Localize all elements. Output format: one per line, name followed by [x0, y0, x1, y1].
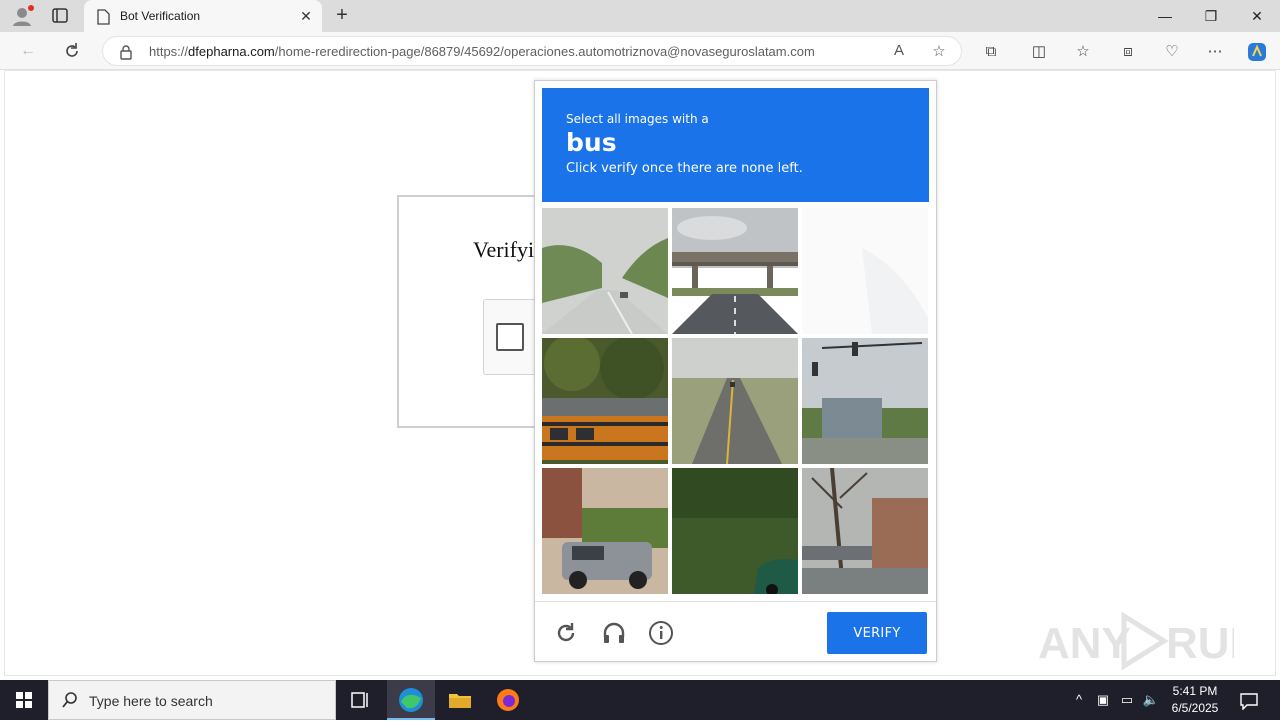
task-view-icon[interactable]	[336, 680, 384, 720]
browser-essentials-icon[interactable]: ♡	[1161, 41, 1183, 63]
challenge-hint: Click verify once there are none left.	[566, 161, 803, 176]
clock-time: 5:41 PM	[1172, 684, 1218, 698]
traffic-light-image	[802, 338, 928, 464]
notifications-icon[interactable]	[1238, 692, 1260, 711]
network-icon[interactable]: ▭	[1118, 692, 1136, 710]
tile-traffic-light[interactable]	[802, 338, 928, 464]
device-icon[interactable]: ▣	[1094, 692, 1112, 710]
extensions-icon[interactable]: ⧉	[980, 41, 1002, 63]
tile-blank[interactable]	[802, 208, 928, 334]
url-text[interactable]: https://dfepharna.com/home-reredirection…	[149, 44, 815, 59]
captcha-checkbox[interactable]	[496, 323, 524, 351]
grass-image	[672, 468, 798, 594]
favorites-icon[interactable]: ☆	[1072, 41, 1094, 63]
faded-blank-image	[802, 208, 928, 334]
page-icon	[96, 9, 110, 30]
more-menu-icon[interactable]: ⋯	[1204, 41, 1226, 63]
overpass-image	[672, 208, 798, 334]
minimize-button[interactable]: —	[1142, 0, 1188, 32]
read-aloud-icon[interactable]: A	[889, 42, 909, 62]
reload-challenge-icon[interactable]	[553, 620, 579, 646]
search-placeholder: Type here to search	[89, 693, 213, 709]
clock-date: 6/5/2025	[1171, 701, 1219, 715]
url-scheme: https://	[149, 44, 189, 59]
tile-rural-road[interactable]	[672, 338, 798, 464]
tile-grass-car[interactable]	[672, 468, 798, 594]
edge-taskbar-icon[interactable]	[387, 680, 435, 720]
volume-icon[interactable]: 🔈	[1142, 692, 1160, 710]
split-screen-icon[interactable]: ◫	[1028, 41, 1050, 63]
challenge-instruction: Select all images with a	[566, 112, 709, 126]
tab-bot-verification[interactable]: Bot Verification ✕	[84, 0, 322, 32]
taskbar-search[interactable]: Type here to search	[48, 680, 336, 720]
firefox-icon[interactable]	[484, 680, 532, 720]
audio-challenge-icon[interactable]	[601, 620, 627, 646]
system-clock[interactable]: 5:41 PM 6/5/2025	[1162, 683, 1228, 717]
tile-highway-trees[interactable]	[542, 208, 668, 334]
new-tab-button[interactable]: +	[330, 4, 354, 28]
image-challenge-popup: Select all images with a bus Click verif…	[534, 80, 937, 662]
svg-text:ANY: ANY	[1038, 619, 1131, 668]
challenge-footer: VERIFY	[535, 601, 936, 662]
title-bar: Bot Verification ✕ + — ❐ ✕	[0, 0, 1280, 32]
svg-text:RUN: RUN	[1166, 619, 1234, 668]
close-tab-icon[interactable]: ✕	[296, 6, 316, 26]
show-hidden-icons-icon[interactable]: ^	[1070, 692, 1088, 710]
file-explorer-icon[interactable]	[436, 680, 484, 720]
navigation-bar: ← https://dfepharna.com/home-reredirecti…	[0, 32, 1280, 70]
verify-button[interactable]: VERIFY	[827, 612, 927, 654]
page-heading: Verifyi	[473, 237, 535, 262]
highway-image	[542, 208, 668, 334]
suv-image	[542, 468, 668, 594]
lock-icon[interactable]	[119, 44, 133, 65]
url-host: dfepharna.com	[188, 44, 275, 59]
restore-button[interactable]: ❐	[1188, 0, 1234, 32]
road-image	[672, 338, 798, 464]
tile-school-bus[interactable]	[542, 338, 668, 464]
copilot-icon[interactable]	[1246, 41, 1268, 63]
close-window-button[interactable]: ✕	[1234, 0, 1280, 32]
tab-actions-icon[interactable]	[46, 4, 74, 28]
challenge-header: Select all images with a bus Click verif…	[542, 88, 929, 202]
favorite-star-icon[interactable]: ☆	[929, 42, 949, 62]
refresh-button[interactable]	[58, 38, 86, 64]
search-icon	[61, 691, 79, 714]
profile-icon[interactable]	[8, 4, 36, 28]
start-button[interactable]	[0, 680, 48, 720]
anyrun-watermark: ANY RUN	[1038, 610, 1261, 672]
back-button[interactable]: ←	[14, 38, 42, 64]
school-bus-image	[542, 338, 668, 464]
anyrun-logo: ANY RUN	[1038, 611, 1261, 671]
tab-title: Bot Verification	[120, 9, 201, 23]
address-bar[interactable]: https://dfepharna.com/home-reredirection…	[102, 36, 962, 66]
info-icon[interactable]	[648, 620, 674, 646]
tile-suv-parked[interactable]	[542, 468, 668, 594]
windows-icon	[16, 692, 32, 708]
collections-icon[interactable]: ⧈	[1117, 41, 1139, 63]
parking-lot-image	[802, 468, 928, 594]
challenge-target: bus	[566, 128, 617, 157]
tile-overpass[interactable]	[672, 208, 798, 334]
taskbar: Type here to search ^ ▣ ▭ 🔈 5:41 PM 6/5/…	[0, 680, 1280, 720]
tile-parking-trees[interactable]	[802, 468, 928, 594]
url-path: /home-reredirection-page/86879/45692/ope…	[274, 44, 815, 59]
